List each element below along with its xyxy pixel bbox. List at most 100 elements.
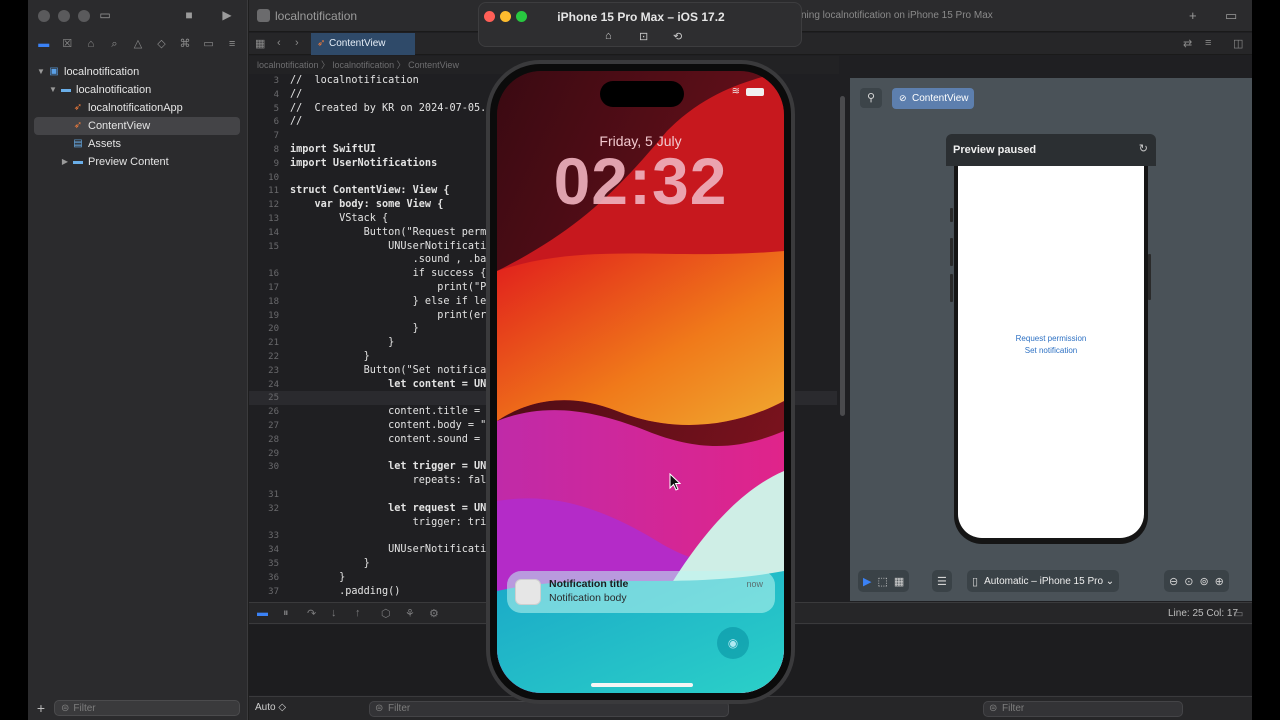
screenshot-icon[interactable]: ⊡ [639,30,648,43]
line-number: 12 [268,200,279,211]
view-hierarchy-icon[interactable]: ⬡ [381,607,391,620]
variable-scope-selector[interactable]: Auto ◇ [255,702,286,713]
split-editor-icon[interactable]: ◫ [1233,37,1243,50]
device-side-button [1148,254,1151,300]
filter-icon: ⊜ [989,703,998,714]
bookmark-icon[interactable]: ⌂ [84,37,98,51]
disclosure-closed-icon[interactable]: ▶ [60,153,70,171]
editor-scrollbar[interactable] [837,74,849,600]
folder-icon[interactable]: ▬ [37,37,51,51]
code-text: content.title = " [290,406,493,418]
swift-file-icon: ➶ [73,102,83,113]
notification-banner[interactable]: Notification title Notification body now [507,571,775,613]
preview-status-title: Preview paused [953,144,1037,156]
source-control-icon[interactable]: ☒ [60,37,74,51]
preview-canvas: ⚲ ⊘ ContentView Preview paused ↻ Request… [850,78,1252,601]
tree-item-app-file[interactable]: ➶ localnotificationApp [28,99,248,117]
window-titlebar-left: ▭ ■ ▶ [28,0,248,32]
preview-set-notification-button[interactable]: Set notification [958,346,1144,355]
code-text: // localnotification [290,75,419,86]
tree-item-assets[interactable]: ▤ Assets [28,135,248,153]
filter-icon: ⊜ [375,703,384,714]
refresh-icon[interactable]: ⇄ [1183,37,1192,50]
breakpoint-icon[interactable]: ▭ [202,37,216,51]
add-icon[interactable]: + [1189,8,1197,23]
tree-item-contentview[interactable]: ➶ ContentView [34,117,240,135]
issue-icon[interactable]: △ [131,37,145,51]
sidebar-toggle-icon[interactable]: ▭ [98,9,112,22]
device-side-button [950,208,953,222]
home-indicator[interactable] [591,683,693,687]
file-tree: ▼ ▣ localnotification ▼ ▬ localnotificat… [28,63,248,171]
code-text: // Created by KR on 2024-07-05. [290,102,487,114]
mouse-cursor-icon [669,473,681,491]
step-out-icon[interactable]: ↑ [355,607,361,619]
code-text: trigger: trig [290,516,493,528]
add-file-icon[interactable]: + [34,700,48,716]
preview-request-permission-button[interactable]: Request permission [958,334,1144,343]
zoom-actual-icon[interactable]: ⊚ [1199,575,1208,588]
disclosure-open-icon[interactable]: ▼ [36,63,46,81]
console-filter-input[interactable]: ⊜ Filter [983,701,1183,717]
camera-icon[interactable]: ◉ [717,627,749,659]
lock-screen[interactable]: ≋ Friday, 5 July 02:32 Notification titl… [497,71,784,693]
tree-item-preview-content[interactable]: ▶ ▬ Preview Content [28,153,248,171]
zoom-out-icon[interactable]: ⊖ [1169,575,1178,588]
tree-item-group[interactable]: ▼ ▬ localnotification [28,81,248,99]
zoom-in-icon[interactable]: ⊕ [1215,575,1224,588]
notification-time: now [746,579,763,589]
zoom-fit-icon[interactable]: ⊙ [1184,575,1193,588]
environment-icon[interactable]: ⚙ [429,607,439,620]
line-number: 20 [268,324,279,335]
line-number: 15 [268,241,279,252]
device-selector[interactable]: ▯ Automatic – iPhone 15 Pro ⌄ [967,570,1120,592]
scheme-title[interactable]: localnotification [275,9,357,23]
code-text: } [290,323,419,335]
search-icon[interactable]: ⌕ [107,37,121,51]
notification-body: Notification body [549,592,627,604]
rotate-icon[interactable]: ⟲ [673,30,682,43]
memory-graph-icon[interactable]: ⚘ [405,607,415,620]
refresh-preview-icon[interactable]: ↻ [1139,142,1148,155]
tree-item-label: Assets [88,138,122,150]
forward-icon[interactable]: › [295,37,299,49]
simulator-device: ≋ Friday, 5 July 02:32 Notification titl… [486,60,795,704]
zoom-window-button[interactable] [78,10,90,22]
navigator-filter-input[interactable]: ⊜ Filter [54,700,240,716]
close-window-button[interactable] [38,10,50,22]
back-icon[interactable]: ‹ [277,37,281,49]
pin-icon[interactable]: ⚲ [860,88,882,108]
scroll-thumb[interactable] [840,96,845,416]
minimize-window-button[interactable] [58,10,70,22]
line-number: 34 [268,545,279,556]
disclosure-open-icon[interactable]: ▼ [48,81,58,99]
step-over-icon[interactable]: ↷ [307,607,316,620]
variants-icon[interactable]: ▦ [894,575,904,588]
app-scheme-icon[interactable] [257,9,270,22]
code-text: content.body = "N [290,420,493,431]
device-bezel: ≋ Friday, 5 July 02:32 Notification titl… [490,64,791,700]
live-preview-icon[interactable]: ▶ [863,575,871,588]
device-settings-icon[interactable]: ☰ [937,575,947,588]
selectable-preview-icon[interactable]: ⬚ [877,575,887,588]
code-text: let content = UN [290,378,487,390]
tree-item-project[interactable]: ▼ ▣ localnotification [28,63,248,81]
tab-contentview[interactable]: ➶ ContentView [311,33,415,55]
home-icon[interactable]: ⌂ [605,30,612,42]
preview-tag-button[interactable]: ⊘ ContentView [892,88,974,109]
adjust-editor-icon[interactable]: ≡ [1205,37,1211,49]
debug-icon[interactable]: ⌘ [178,37,192,51]
report-icon[interactable]: ≡ [225,37,239,51]
inspector-toggle-icon[interactable]: ▭ [1225,8,1237,24]
console-layout-icon[interactable]: ▭ [1233,607,1243,620]
grid-icon[interactable]: ▦ [255,37,265,50]
stop-icon[interactable]: ■ [182,9,196,22]
line-number: 28 [268,434,279,445]
step-in-icon[interactable]: ↓ [331,607,337,619]
pause-icon[interactable]: ⏸ [283,607,289,620]
test-icon[interactable]: ◇ [155,37,169,51]
run-icon[interactable]: ▶ [220,9,234,22]
hide-debug-area-icon[interactable]: ▬ [257,607,268,619]
zoom-controls: ⊖ ⊙ ⊚ ⊕ [1164,570,1229,592]
navigator-filter-bar: + ⊜ Filter [28,696,248,720]
